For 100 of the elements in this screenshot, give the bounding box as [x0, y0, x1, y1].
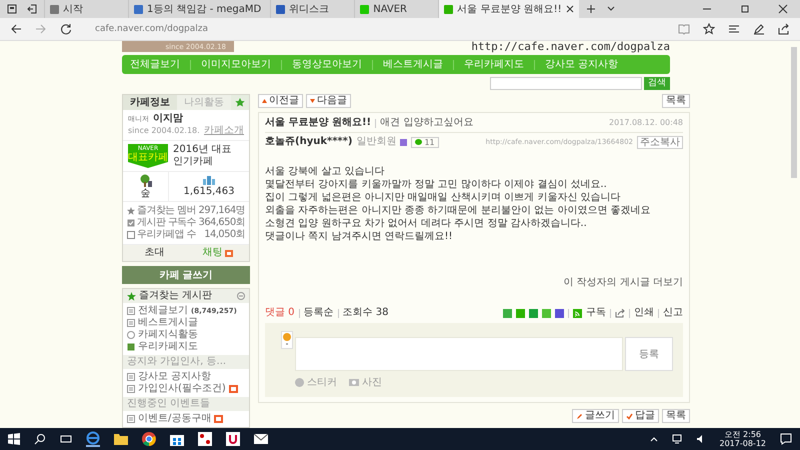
- board-link[interactable]: 강사모 공지사항: [127, 371, 245, 383]
- previous-post-button[interactable]: 이전글: [258, 94, 303, 108]
- board-link[interactable]: 우리카페지도: [127, 341, 245, 353]
- chat-count-badge[interactable]: 11: [411, 136, 439, 148]
- search-field[interactable]: [490, 77, 642, 90]
- maximize-icon[interactable]: [740, 4, 750, 14]
- share-service-icon[interactable]: [503, 308, 512, 318]
- post-date: 2017.08.12. 00:48: [609, 117, 683, 129]
- author-posts-link[interactable]: 이 작성자의 게시글 더보기: [563, 275, 683, 289]
- notification-icon[interactable]: [780, 433, 792, 445]
- map-icon: [127, 343, 135, 351]
- network-icon[interactable]: [672, 434, 682, 444]
- app-icon[interactable]: [226, 432, 240, 446]
- board-link[interactable]: 카페지식활동: [127, 329, 245, 341]
- copy-url-button[interactable]: 주소복사: [637, 136, 683, 148]
- scrollbar[interactable]: [791, 47, 797, 178]
- award-text: 2016년 대표 인기카페: [173, 144, 233, 168]
- mail-icon[interactable]: [254, 434, 268, 444]
- post-text: 외출을 자주하는편은 아니지만 종종 하기때문에 분리불안이 없는 아이였으면 좋겠네요: [265, 204, 652, 217]
- share-service-icon[interactable]: [555, 308, 564, 318]
- refresh-icon[interactable]: [60, 23, 72, 35]
- hub-icon[interactable]: [728, 23, 740, 35]
- rss-icon[interactable]: [573, 308, 582, 318]
- list-icon: [127, 415, 135, 423]
- member-count: 1,615,463: [184, 186, 234, 197]
- camera-icon: [349, 378, 359, 386]
- star-icon: [127, 292, 136, 300]
- close-icon[interactable]: [778, 4, 788, 14]
- view-count: 조회수 38: [342, 307, 388, 319]
- reply-button[interactable]: 답글: [622, 409, 659, 423]
- speech-bubble-icon: [415, 139, 422, 145]
- folder-icon[interactable]: [114, 433, 128, 445]
- submit-comment-button[interactable]: 등록: [625, 337, 673, 371]
- invite-button[interactable]: 초대: [123, 245, 186, 261]
- close-icon[interactable]: [566, 5, 574, 13]
- tree-icon: [138, 174, 152, 188]
- share-icon[interactable]: [778, 23, 790, 35]
- stat-value: 297,164명: [198, 205, 245, 217]
- subscribe-link[interactable]: 구독: [586, 307, 606, 319]
- browser-e-icon[interactable]: [86, 431, 100, 447]
- list-icon: [127, 385, 135, 393]
- tab-list-icon[interactable]: [7, 4, 17, 14]
- stat-value: 364,650회: [198, 217, 245, 229]
- next-post-button[interactable]: 다음글: [306, 94, 351, 108]
- manager-name[interactable]: 이지맘: [153, 113, 183, 125]
- new-tab-icon[interactable]: [586, 4, 596, 14]
- sidebar-tab[interactable]: 카페정보: [123, 95, 177, 110]
- board-group-title: 즐겨찾는 게시판: [139, 290, 212, 302]
- author-name[interactable]: 호놀쥬(hyuk****): [265, 135, 352, 149]
- search-icon[interactable]: [34, 433, 46, 445]
- write-post-button[interactable]: 카페 글쓰기: [122, 266, 250, 284]
- post-text: 서울 강북에 살고 있습니다: [265, 165, 386, 178]
- share-service-icon[interactable]: [516, 308, 525, 318]
- sort-link[interactable]: 등록순: [304, 307, 334, 319]
- cafe-url: http://cafe.naver.com/dogpalza: [471, 41, 670, 52]
- post-text: 소형견 입양 원하구요 차가 없어서 데려다 주시면 정말 감사하겠습니다..: [265, 217, 588, 230]
- comment-count[interactable]: 댓글 0: [265, 307, 295, 319]
- stat-label: 즐겨찾는 멤버: [137, 205, 196, 217]
- list-button[interactable]: 목록: [662, 94, 690, 108]
- pen-icon[interactable]: [753, 23, 765, 35]
- store-icon[interactable]: [170, 432, 184, 446]
- search-button[interactable]: 검색: [644, 77, 670, 90]
- grade-icon: [400, 138, 408, 146]
- star-icon: [127, 207, 135, 215]
- post-text: 몇달전부터 강아지를 키울까말까 정말 고민 많이하다 이제야 결심이 섰네요..: [265, 178, 608, 191]
- board-link[interactable]: 베스트게시글: [127, 317, 245, 329]
- print-link[interactable]: 인쇄: [634, 307, 654, 319]
- list-icon: [127, 307, 135, 315]
- comment-input[interactable]: [295, 337, 623, 371]
- stat-value: 14,050회: [204, 229, 245, 241]
- browser-tab[interactable]: 서울 무료분양 원해요!!: [438, 0, 579, 18]
- star-icon[interactable]: [703, 23, 715, 35]
- chrome-icon[interactable]: [142, 432, 156, 446]
- board-link[interactable]: 이벤트/공동구매: [127, 413, 245, 425]
- app-icon[interactable]: [198, 432, 212, 446]
- report-link[interactable]: 신고: [663, 307, 683, 319]
- share-service-icon[interactable]: [529, 308, 538, 318]
- board-category-link[interactable]: 애견 입양하고싶어요: [380, 116, 474, 130]
- back-tabs-icon[interactable]: [27, 4, 37, 14]
- reading-view-icon[interactable]: [678, 23, 690, 35]
- windows-start-icon[interactable]: [8, 433, 20, 445]
- write-button[interactable]: 글쓰기: [572, 409, 619, 423]
- task-view-icon[interactable]: [60, 433, 72, 445]
- up-triangle-icon: [262, 99, 267, 103]
- clock[interactable]: 오전 2:56 2017-08-12: [720, 430, 766, 448]
- back-icon[interactable]: [10, 23, 22, 35]
- down-triangle-icon: [310, 99, 315, 103]
- cafe-level: 숲: [140, 188, 150, 199]
- member-grade: 일반회원: [356, 135, 396, 149]
- since-date: since 2004.02.18.: [128, 125, 200, 137]
- stat-label: 우리카페앱 수: [137, 229, 197, 241]
- list-button[interactable]: 목록: [662, 409, 690, 423]
- board-group-title: 공지와 가입인사, 등...: [127, 356, 226, 368]
- chat-button[interactable]: 채팅: [186, 245, 249, 261]
- board-link[interactable]: 가입인사(필수조건): [127, 383, 245, 395]
- list-icon: [127, 319, 135, 327]
- chevron-up-icon[interactable]: [650, 435, 658, 443]
- checkmark-icon: [626, 412, 633, 420]
- stat-label: 게시판 구독수: [137, 217, 196, 229]
- list-icon: [127, 373, 135, 381]
